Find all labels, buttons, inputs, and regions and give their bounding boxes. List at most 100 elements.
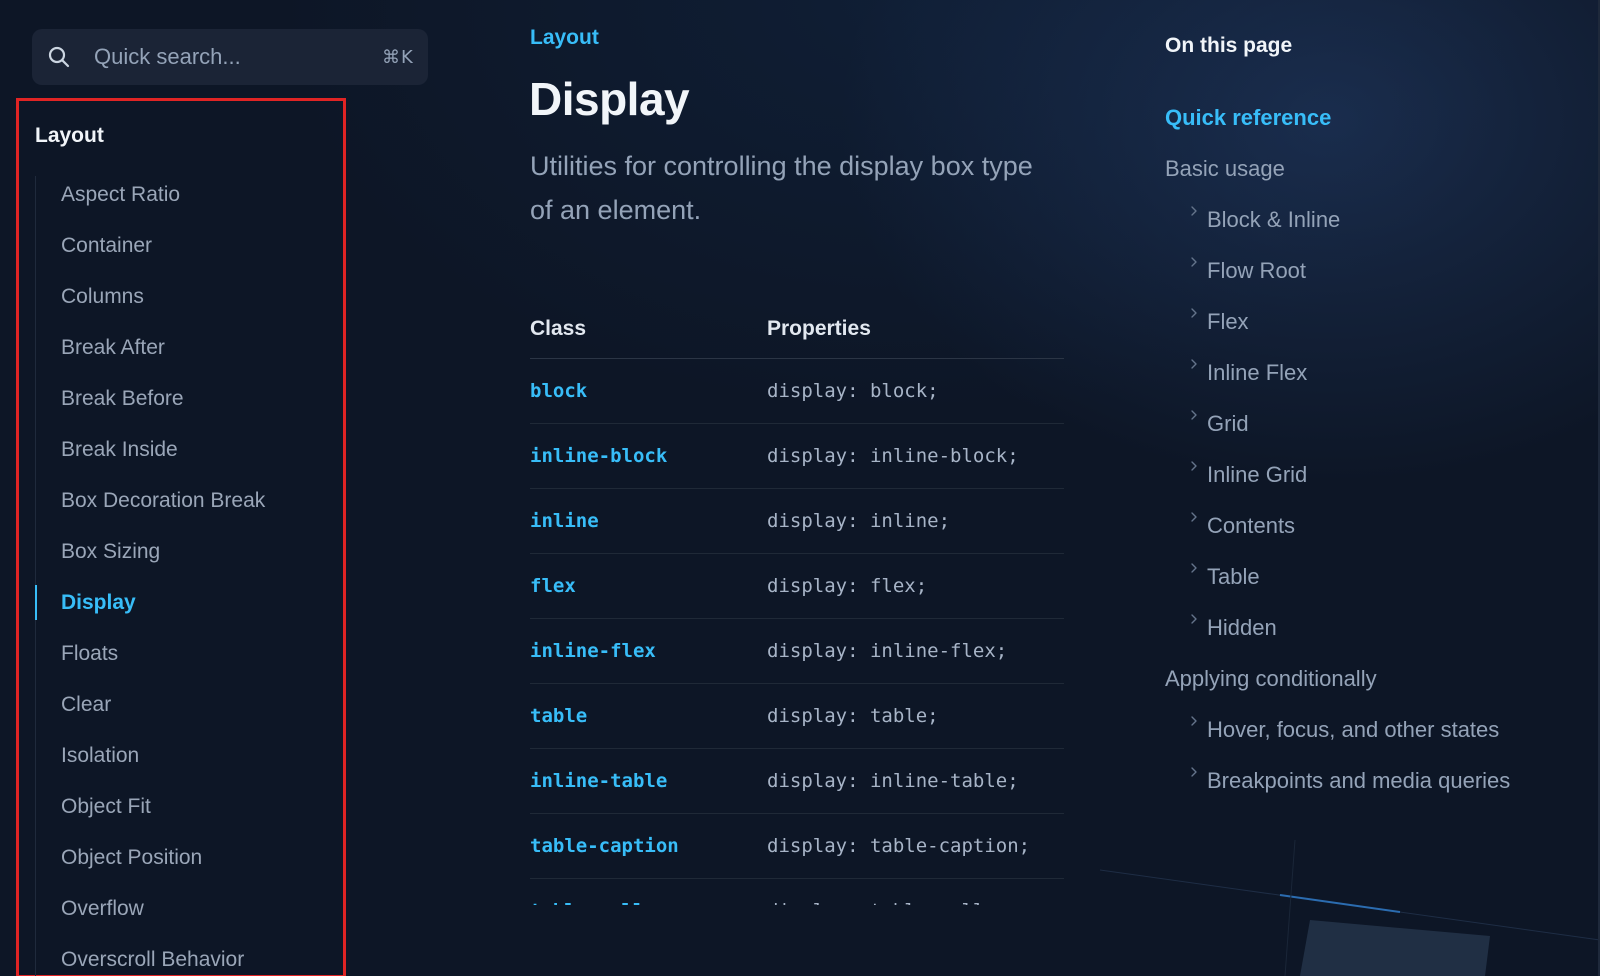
chevron-right-icon bbox=[1188, 235, 1200, 267]
docs-page: ⌘K Layout Aspect RatioContainerColumnsBr… bbox=[0, 0, 1600, 976]
sidebar-item-overscroll-behavior[interactable]: Overscroll Behavior bbox=[35, 934, 265, 976]
properties-cell: display: inline-block; bbox=[767, 423, 1064, 489]
sidebar-item-box-sizing[interactable]: Box Sizing bbox=[35, 526, 265, 577]
column-header-properties: Properties bbox=[767, 300, 1064, 359]
class-name-cell: inline bbox=[530, 488, 767, 554]
toc-link-label: Grid bbox=[1207, 411, 1249, 436]
toc-link-breakpoints-and-media-queries[interactable]: Breakpoints and media queries bbox=[1165, 755, 1510, 806]
sidebar-item-object-fit[interactable]: Object Fit bbox=[35, 781, 265, 832]
sidebar-item-break-inside[interactable]: Break Inside bbox=[35, 424, 265, 475]
toc-link-label: Applying conditionally bbox=[1165, 666, 1377, 691]
class-name-cell: table bbox=[530, 683, 767, 749]
search-input[interactable] bbox=[94, 44, 382, 70]
sidebar-item-container[interactable]: Container bbox=[35, 220, 265, 271]
sidebar-item-break-after[interactable]: Break After bbox=[35, 322, 265, 373]
sidebar-item-aspect-ratio[interactable]: Aspect Ratio bbox=[35, 169, 265, 220]
toc-link-inline-grid[interactable]: Inline Grid bbox=[1165, 449, 1510, 500]
quick-search[interactable]: ⌘K bbox=[32, 29, 428, 85]
toc-link-label: Inline Flex bbox=[1207, 360, 1308, 385]
sidebar-item-floats[interactable]: Floats bbox=[35, 628, 265, 679]
chevron-right-icon bbox=[1188, 541, 1200, 573]
chevron-right-icon bbox=[1188, 694, 1200, 726]
chevron-right-icon bbox=[1188, 490, 1200, 522]
toc-link-label: Inline Grid bbox=[1207, 462, 1308, 487]
table-row: inline display: inline; bbox=[530, 488, 1064, 554]
sidebar-item-display[interactable]: Display bbox=[35, 577, 265, 628]
table-row: inline-block display: inline-block; bbox=[530, 423, 1064, 489]
properties-cell: display: inline-table; bbox=[767, 748, 1064, 814]
class-name-cell: flex bbox=[530, 553, 767, 619]
page-title: Display bbox=[529, 73, 690, 125]
toc-link-block-inline[interactable]: Block & Inline bbox=[1165, 194, 1510, 245]
toc-heading: On this page bbox=[1165, 34, 1293, 57]
toc-link-quick-reference[interactable]: Quick reference bbox=[1165, 92, 1510, 143]
chevron-right-icon bbox=[1188, 388, 1200, 420]
chevron-right-icon bbox=[1188, 439, 1200, 471]
search-shortcut-hint: ⌘K bbox=[382, 46, 414, 68]
toc-link-applying-conditionally[interactable]: Applying conditionally bbox=[1165, 653, 1510, 704]
class-name-cell: inline-block bbox=[530, 423, 767, 489]
toc-link-basic-usage[interactable]: Basic usage bbox=[1165, 143, 1510, 194]
search-icon bbox=[48, 46, 70, 68]
toc-link-label: Flex bbox=[1207, 309, 1249, 334]
sidebar-nav: Aspect Ratio Container Columns Break After B… bbox=[35, 169, 265, 976]
sidebar-item-break-before[interactable]: Break Before bbox=[35, 373, 265, 424]
chevron-right-icon bbox=[1188, 286, 1200, 318]
toc-link-label: Contents bbox=[1207, 513, 1296, 538]
table-body: block display: block; inline-block display:… bbox=[530, 358, 1064, 905]
sidebar-item-overflow[interactable]: Overflow bbox=[35, 883, 265, 934]
chevron-right-icon bbox=[1188, 745, 1200, 777]
properties-cell: display: inline-flex; bbox=[767, 618, 1064, 684]
sidebar-item-isolation[interactable]: Isolation bbox=[35, 730, 265, 781]
column-header-class: Class bbox=[530, 300, 767, 359]
toc-link-label: Table bbox=[1207, 564, 1260, 589]
sidebar-item-box-decoration-break[interactable]: Box Decoration Break bbox=[35, 475, 265, 526]
properties-cell: display: block; bbox=[767, 358, 1064, 424]
quick-reference-table: Class Properties block display: block; inl… bbox=[530, 300, 1064, 905]
table-header-row: Class Properties bbox=[530, 300, 1064, 359]
toc-link-label: Breakpoints and media queries bbox=[1207, 768, 1511, 793]
page-description: Utilities for controlling the display bo… bbox=[530, 151, 1033, 225]
toc-link-label: Hidden bbox=[1207, 615, 1277, 640]
sidebar-section-heading: Layout bbox=[35, 124, 104, 147]
properties-cell: display: flex; bbox=[767, 553, 1064, 619]
table-row: table-celldisplay: table-cell; bbox=[530, 878, 1064, 905]
toc-link-table[interactable]: Table bbox=[1165, 551, 1510, 602]
class-name-cell: inline-flex bbox=[530, 618, 767, 684]
class-name-cell: table-caption bbox=[530, 813, 767, 879]
toc-link-label: Basic usage bbox=[1165, 156, 1285, 181]
table-row: inline-flex display: inline-flex; bbox=[530, 618, 1064, 684]
toc-link-flex[interactable]: Flex bbox=[1165, 296, 1510, 347]
class-name-cell: table-cell bbox=[530, 878, 767, 905]
properties-cell: display: table; bbox=[767, 683, 1064, 749]
toc-link-grid[interactable]: Grid bbox=[1165, 398, 1510, 449]
sidebar-item-object-position[interactable]: Object Position bbox=[35, 832, 265, 883]
toc-link-flow-root[interactable]: Flow Root bbox=[1165, 245, 1510, 296]
background-decoration bbox=[1100, 840, 1600, 976]
table-row: table display: table; bbox=[530, 683, 1064, 749]
toc-link-label: Hover, focus, and other states bbox=[1207, 717, 1500, 742]
properties-cell: display: table-cell; bbox=[767, 878, 1064, 905]
table-row: flex display: flex; bbox=[530, 553, 1064, 619]
table-row: table-caption display: table-caption; bbox=[530, 813, 1064, 879]
toc-link-label: Block & Inline bbox=[1207, 207, 1341, 232]
sidebar-item-clear[interactable]: Clear bbox=[35, 679, 265, 730]
toc-link-label: Flow Root bbox=[1207, 258, 1307, 283]
class-name-cell: inline-table bbox=[530, 748, 767, 814]
toc-link-hidden[interactable]: Hidden bbox=[1165, 602, 1510, 653]
chevron-right-icon bbox=[1188, 184, 1200, 216]
toc-link-hover-focus-and-other-states[interactable]: Hover, focus, and other states bbox=[1165, 704, 1510, 755]
sidebar-item-columns[interactable]: Columns bbox=[35, 271, 265, 322]
table-row: inline-table display: inline-table; bbox=[530, 748, 1064, 814]
properties-cell: display: table-caption; bbox=[767, 813, 1064, 879]
section-eyebrow: Layout bbox=[530, 26, 599, 49]
toc-link-label: Quick reference bbox=[1165, 105, 1332, 130]
toc-nav: Quick reference Basic usage Block & Inline… bbox=[1165, 92, 1510, 806]
class-name-cell: block bbox=[530, 358, 767, 424]
toc-link-contents[interactable]: Contents bbox=[1165, 500, 1510, 551]
properties-cell: display: inline; bbox=[767, 488, 1064, 554]
table-row: block display: block; bbox=[530, 358, 1064, 424]
toc-link-inline-flex[interactable]: Inline Flex bbox=[1165, 347, 1510, 398]
chevron-right-icon bbox=[1188, 592, 1200, 624]
chevron-right-icon bbox=[1188, 337, 1200, 369]
